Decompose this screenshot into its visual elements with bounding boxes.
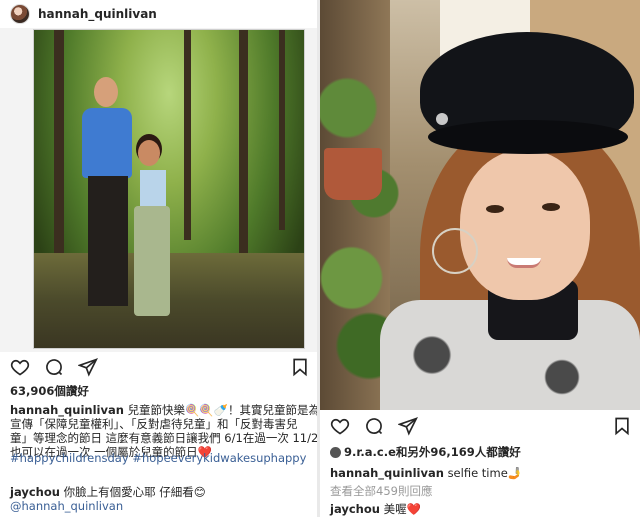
post-photo[interactable] <box>320 0 640 410</box>
vintage-photo <box>34 30 304 348</box>
comment-mention[interactable]: @hannah_quinlivan <box>10 499 123 513</box>
avatar <box>330 447 341 458</box>
cap-brim <box>428 120 628 154</box>
share-icon[interactable] <box>77 357 98 377</box>
caption: hannah_quinlivan selfie time🤳 <box>330 466 522 480</box>
tree-trunk <box>54 30 64 280</box>
hoop-earring <box>432 228 478 274</box>
action-bar <box>330 416 418 436</box>
eye <box>542 203 560 211</box>
eye <box>486 205 504 213</box>
like-summary[interactable]: 9.r.a.c.e和另外96,169人都讚好 <box>330 445 521 459</box>
view-all-comments-link[interactable]: 查看全部459則回應 <box>330 484 432 498</box>
share-icon[interactable] <box>397 416 418 436</box>
smile <box>507 258 541 268</box>
likes-text: 和另外96,169人都讚好 <box>395 445 521 459</box>
post-photo[interactable] <box>0 28 317 352</box>
caption-username[interactable]: hannah_quinlivan <box>10 403 124 417</box>
caption-line: 兒童節快樂🍭🍭🍼！其實兒童節是為了 <box>127 403 317 417</box>
heart-icon[interactable] <box>10 357 30 377</box>
face <box>460 150 590 300</box>
post-header: hannah_quinlivan <box>0 0 317 28</box>
comment-icon[interactable] <box>364 416 384 436</box>
tree-trunk <box>279 30 285 230</box>
left-post: hannah_quinlivan 63,906個讚好 hannah_quinli… <box>0 0 317 517</box>
girl-figure <box>140 170 166 208</box>
heart-icon[interactable] <box>330 416 350 436</box>
flower-pot <box>324 148 382 200</box>
bookmark-icon[interactable] <box>612 416 632 436</box>
caption-line: 宣傳「保障兒童權利」、「反對虐待兒童」和「反對毒害兒 <box>10 417 298 431</box>
caption-username[interactable]: hannah_quinlivan <box>330 466 444 480</box>
cap-button <box>436 113 448 125</box>
right-post: 9.r.a.c.e和另外96,169人都讚好 hannah_quinlivan … <box>320 0 640 517</box>
comment-text: 美喔❤️ <box>383 502 421 516</box>
man-figure <box>82 108 132 178</box>
liker-username[interactable]: 9.r.a.c.e <box>344 445 396 459</box>
hashtags[interactable]: #happychildrensday #hopeeverykidwakesuph… <box>10 451 306 465</box>
caption-text: selfie time🤳 <box>447 466 523 480</box>
like-count[interactable]: 63,906個讚好 <box>10 384 89 398</box>
avatar[interactable] <box>10 4 30 24</box>
comment-username[interactable]: jaychou <box>330 502 380 516</box>
username[interactable]: hannah_quinlivan <box>38 7 157 21</box>
comment-text: 你臉上有個愛心耶 仔細看😊 <box>63 485 206 499</box>
caption-line: 童」等理念的節日 這麼有意義節日讓我們 6/1在過一次 11/20 <box>10 431 317 445</box>
man-figure <box>94 77 118 107</box>
man-figure <box>88 176 128 306</box>
girl-figure <box>134 206 170 316</box>
comment-username[interactable]: jaychou <box>10 485 60 499</box>
tree-trunk <box>239 30 248 260</box>
tree-trunk <box>184 30 191 240</box>
bookmark-icon[interactable] <box>290 357 310 377</box>
comment: jaychou 美喔❤️ <box>330 502 421 516</box>
action-bar <box>10 357 98 377</box>
comment-icon[interactable] <box>44 357 64 377</box>
girl-figure <box>138 140 160 166</box>
comment: jaychou 你臉上有個愛心耶 仔細看😊 <box>10 485 206 499</box>
